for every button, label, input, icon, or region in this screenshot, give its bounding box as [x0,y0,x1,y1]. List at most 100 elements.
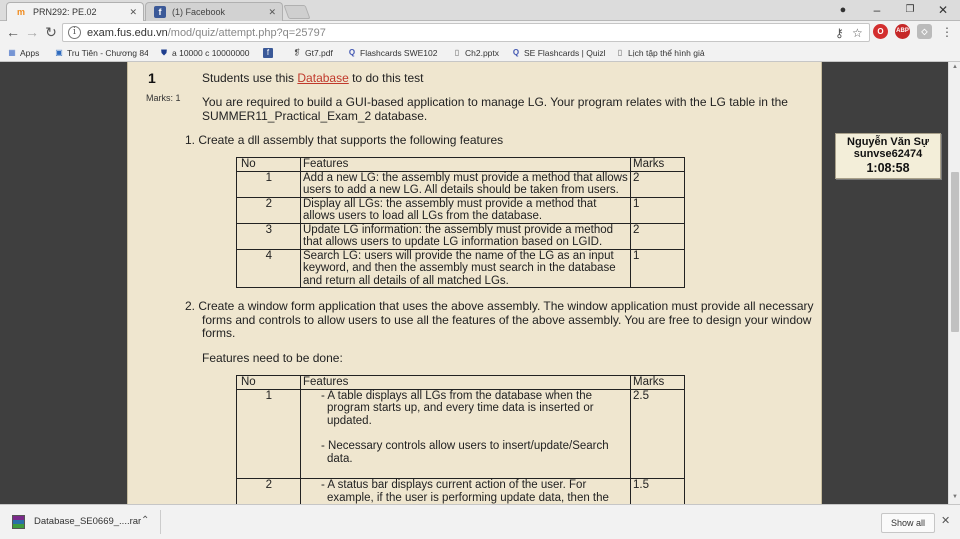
key-icon[interactable]: ⚷ [835,25,844,41]
shield-icon: ⛊ [161,48,167,57]
book-icon: ▣ [55,48,63,57]
row-feature: Search LG: users will provide the name o… [300,248,631,288]
restore-button[interactable]: ❐ [893,0,927,21]
apps-grid-icon: ▦ [8,48,16,57]
table-row: 1 - A table displays all LGs from the da… [236,388,685,479]
header-features: Features [300,157,631,172]
address-bar[interactable]: i exam.fus.edu.vn/mod/quiz/attempt.php?q… [62,23,870,42]
tab-prn292[interactable]: m PRN292: PE.02 ✕ [6,2,144,21]
close-icon[interactable]: ✕ [941,514,950,527]
header-no: No [236,157,301,172]
row-marks: 1 [630,248,685,288]
back-button[interactable]: ← [4,23,22,41]
facebook-icon: f [154,6,166,18]
doc-icon: ▯ [617,48,623,57]
student-username: sunvse62474 [853,148,923,160]
bookmark-flashcards-swe102[interactable]: Q Flashcards SWE102 - [347,46,439,60]
moodle-icon: m [16,7,25,17]
row-no: 2 [236,478,301,504]
scroll-up-icon[interactable]: ▲ [951,64,959,70]
download-item[interactable]: Database_SE0669_....rar [12,514,141,530]
part2-line-1: 2. Create a window form application that… [185,299,814,313]
bookmark-apps[interactable]: ▦ Apps [7,46,49,60]
row-feature: Display all LGs: the assembly must provi… [300,196,631,224]
download-filename: Database_SE0669_....rar [34,516,142,527]
bookmarks-bar: ▦ Apps ▣ Tru Tiên - Chương 84 ⛊ a 10000 c 1… [0,44,960,62]
row-marks: 1.5 [630,478,685,504]
page-scrollbar[interactable]: ▲ ▼ [948,62,960,504]
table-header-row: No Features Marks [236,157,685,172]
show-all-button[interactable]: Show all [881,513,936,533]
question-number: 1 [148,70,156,86]
intro-text: Students use this Database to do this te… [202,71,424,85]
student-name: Nguyễn Văn Sự [847,136,929,148]
description-line-2: SUMMER11_Practical_Exam_2 database. [202,109,428,123]
minimize-button[interactable]: – [860,0,894,21]
url-text[interactable]: exam.fus.edu.vn/mod/quiz/attempt.php?q=2… [87,26,326,40]
shield-extension-icon[interactable]: ◇ [917,24,932,39]
tab-title: (1) Facebook [172,7,226,17]
bookmark-gt7[interactable]: ❡ Gt7.pdf [292,46,340,60]
profile-icon[interactable]: ● [826,0,860,21]
new-tab-button[interactable] [283,5,311,19]
close-window-button[interactable]: ✕ [926,0,960,21]
menu-icon[interactable]: ⋮ [938,23,956,41]
bookmark-a10000[interactable]: ⛊ a 10000 c 10000000 [159,46,253,60]
part1-title: 1. Create a dll assembly that supports t… [185,133,504,147]
reload-button[interactable]: ↻ [42,23,60,41]
bookmark-ch2[interactable]: ▯ Ch2.pptx [452,46,504,60]
features-table-2: No Features Marks 1 - A table displays a… [236,375,685,504]
row-feature: Add a new LG: the assembly must provide … [300,170,631,198]
row-marks: 2 [630,222,685,250]
chevron-up-icon[interactable]: ⌃ [141,515,149,526]
row-marks: 2 [630,170,685,198]
table-row: 1 Add a new LG: the assembly must provid… [236,170,685,198]
row-no: 1 [236,388,301,479]
table-header-row: No Features Marks [236,375,685,390]
quizlet-icon: Q [348,48,356,57]
row-marks: 1 [630,196,685,224]
row-no: 1 [236,170,301,198]
row-feature: Update LG information: the assembly must… [300,222,631,250]
bookmark-lich-tap[interactable]: ▯ Lịch tập thể hình giả [615,46,710,60]
time-remaining: 1:08:58 [866,161,910,175]
features-table-1: No Features Marks 1 Add a new LG: the as… [236,157,685,288]
header-marks: Marks [630,375,685,390]
close-tab-icon[interactable]: ✕ [129,3,137,21]
tab-facebook[interactable]: f (1) Facebook ✕ [145,2,283,21]
browser-toolbar: ← → ↻ i exam.fus.edu.vn/mod/quiz/attempt… [0,21,960,44]
download-bar: Database_SE0669_....rar ⌃ Show all ✕ [0,504,960,539]
close-tab-icon[interactable]: ✕ [268,3,276,21]
page-margin-left [0,62,127,504]
bookmark-tru-tien[interactable]: ▣ Tru Tiên - Chương 84 [54,46,148,60]
facebook-icon: f [263,48,273,58]
table-row: 2 Display all LGs: the assembly must pro… [236,196,685,224]
row-no: 2 [236,196,301,224]
opera-icon[interactable]: O [873,24,888,39]
row-feature: - A status bar displays current action o… [300,478,631,504]
row-feature: - A table displays all LGs from the data… [300,388,631,479]
table-row: 2 - A status bar displays current action… [236,478,685,504]
scroll-down-icon[interactable]: ▼ [951,494,959,500]
part2-line-2: forms and controls to allow users to use… [202,313,812,327]
divider [160,510,161,534]
scrollbar-thumb[interactable] [951,172,959,332]
bookmark-se-flashcards[interactable]: Q SE Flashcards | Quizle [511,46,606,60]
database-link[interactable]: Database [297,71,348,85]
pdf-icon: ❡ [293,48,301,57]
question-panel: 1 Marks: 1 Students use this Database to… [127,62,822,504]
info-icon[interactable]: i [68,26,81,39]
row-no: 3 [236,222,301,250]
header-marks: Marks [630,157,685,172]
doc-icon: ▯ [454,48,460,57]
table-row: 4 Search LG: users will provide the name… [236,248,685,288]
forward-button[interactable]: → [23,23,41,41]
quizlet-icon: Q [512,48,520,57]
star-icon[interactable]: ☆ [852,25,863,41]
feature-bullet: - A table displays all LGs from the data… [321,389,594,427]
question-marks: Marks: 1 [146,93,181,103]
bookmark-facebook[interactable]: f [263,46,277,60]
header-features: Features [300,375,631,390]
adblock-icon[interactable]: ABP [895,24,910,39]
feature-bullet: - A status bar displays current action o… [321,479,609,504]
